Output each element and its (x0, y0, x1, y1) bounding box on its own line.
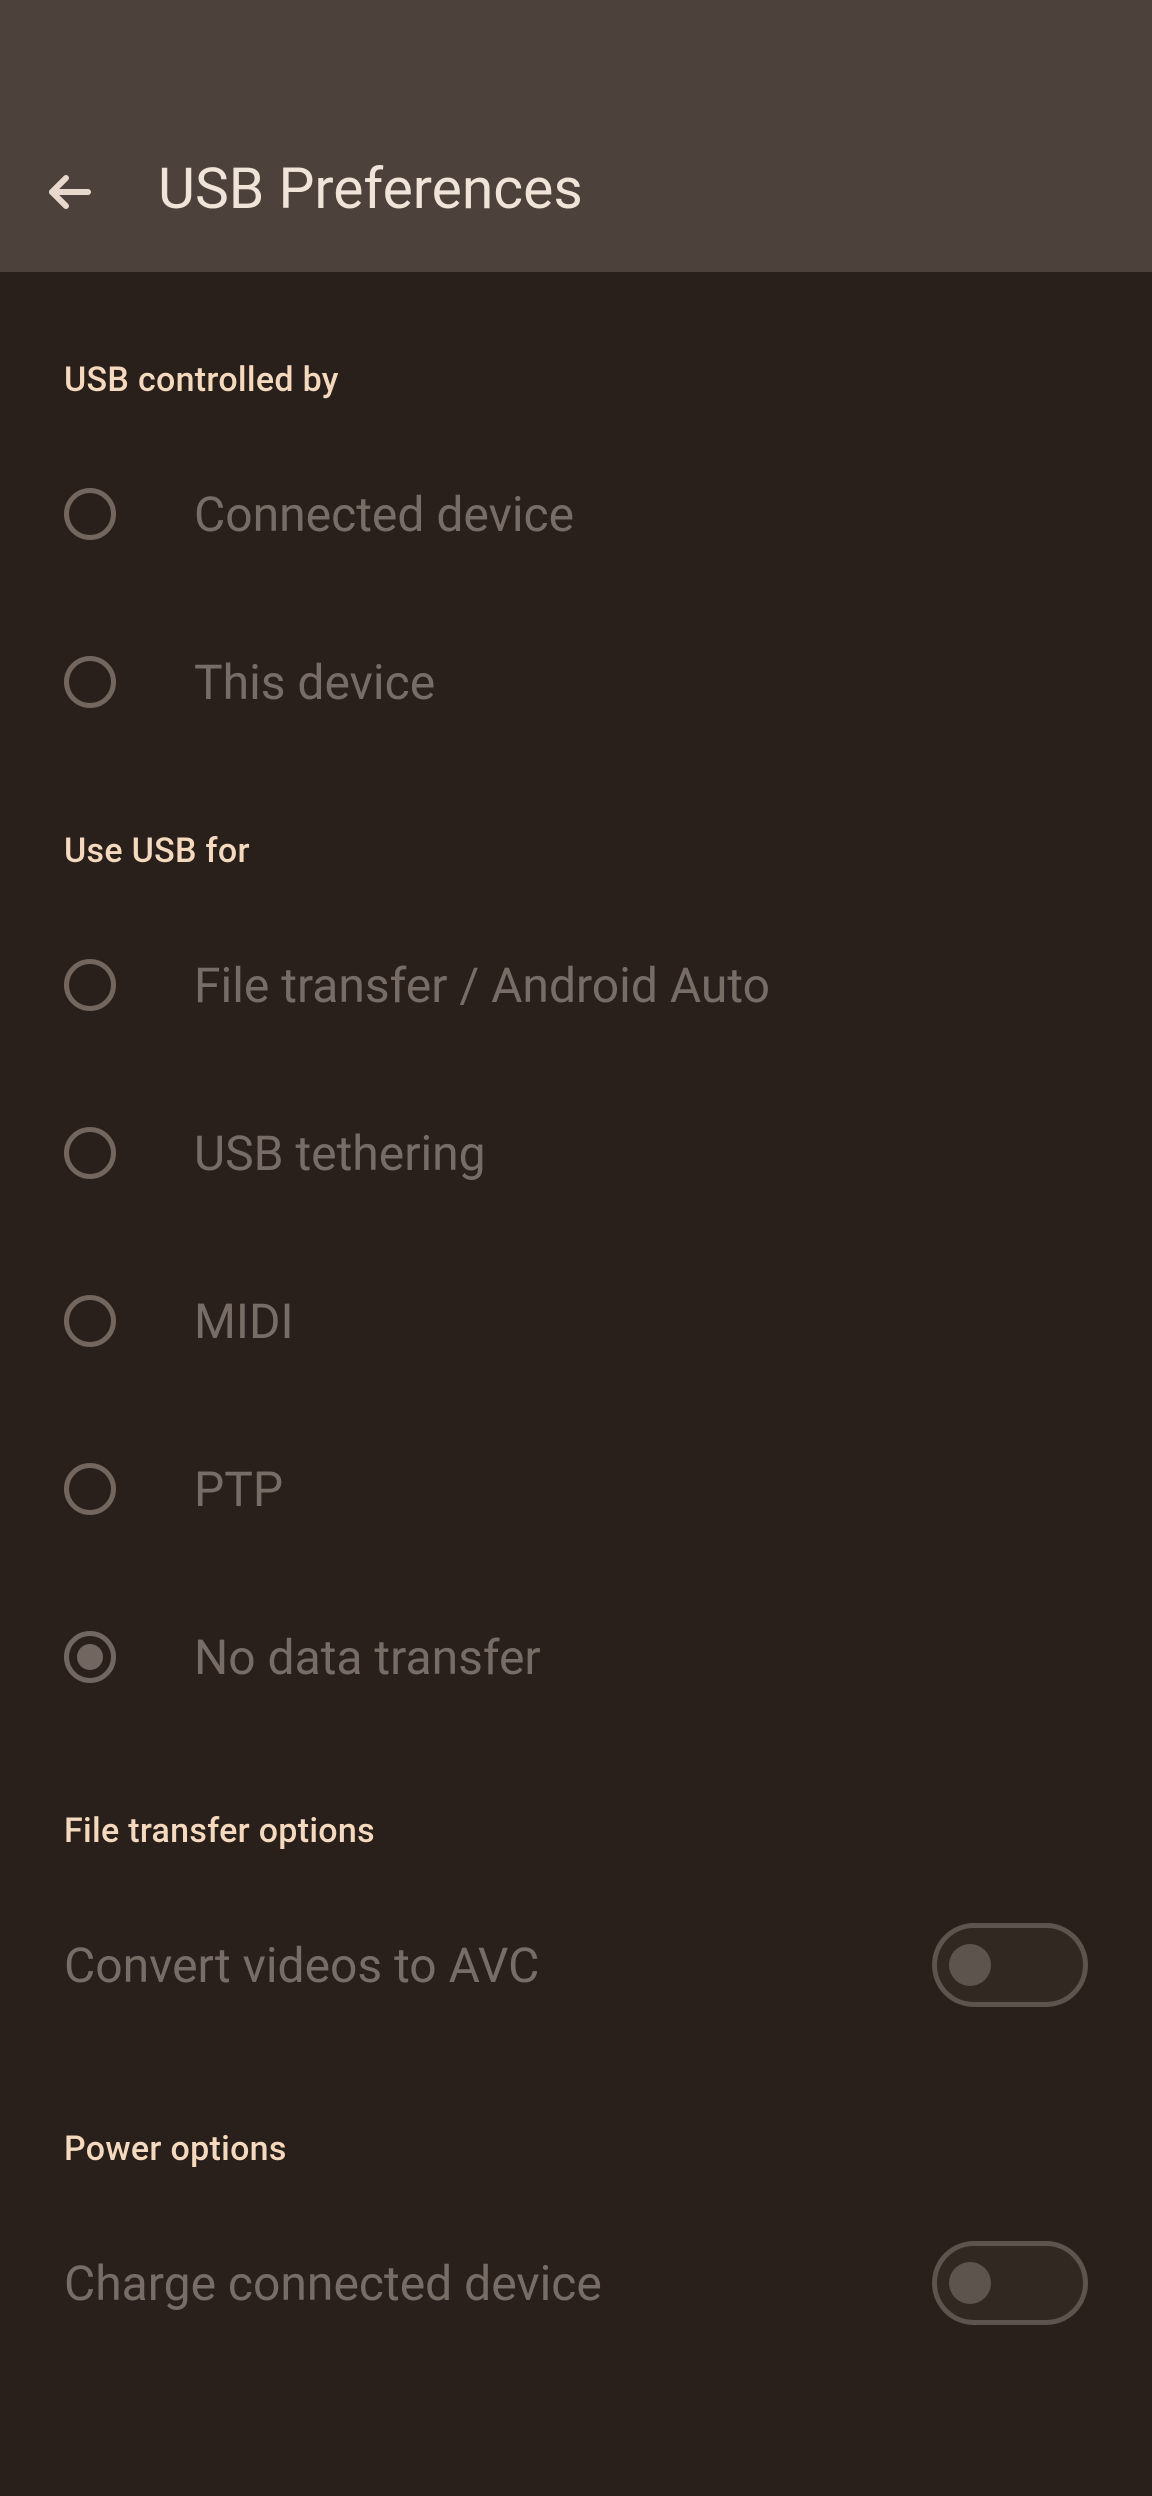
radio-label: USB tethering (194, 1125, 486, 1182)
radio-label: File transfer / Android Auto (194, 957, 770, 1014)
switch-label: Charge connected device (64, 2255, 602, 2312)
radio-connected-device[interactable]: Connected device (64, 470, 1088, 558)
radio-label: PTP (194, 1461, 283, 1518)
radio-circle-icon (64, 1295, 116, 1347)
radio-midi[interactable]: MIDI (64, 1277, 1088, 1365)
radio-circle-icon (64, 1463, 116, 1515)
radio-circle-selected-icon (64, 1631, 116, 1683)
radio-circle-icon (64, 959, 116, 1011)
radio-circle-icon (64, 1127, 116, 1179)
switch-convert-avc[interactable]: Convert videos to AVC (64, 1921, 1088, 2009)
radio-circle-icon (64, 656, 116, 708)
switch-charge-device[interactable]: Charge connected device (64, 2239, 1088, 2327)
radio-label: This device (194, 654, 435, 711)
section-header-power: Power options (64, 2129, 1088, 2169)
switch-toggle[interactable] (932, 2241, 1088, 2325)
page-title: USB Preferences (158, 155, 583, 222)
section-header-controlled-by: USB controlled by (64, 360, 1088, 400)
switch-knob-icon (949, 2262, 991, 2304)
section-header-file-transfer: File transfer options (64, 1811, 1088, 1851)
radio-no-data-transfer[interactable]: No data transfer (64, 1613, 1088, 1701)
radio-label: No data transfer (194, 1629, 541, 1686)
switch-knob-icon (949, 1944, 991, 1986)
back-button[interactable] (42, 164, 98, 220)
section-header-use-for: Use USB for (64, 831, 1088, 871)
content-area: USB controlled by Connected device This … (0, 272, 1152, 2327)
radio-usb-tethering[interactable]: USB tethering (64, 1109, 1088, 1197)
radio-ptp[interactable]: PTP (64, 1445, 1088, 1533)
radio-this-device[interactable]: This device (64, 638, 1088, 726)
switch-toggle[interactable] (932, 1923, 1088, 2007)
app-header: USB Preferences (0, 0, 1152, 272)
arrow-back-icon (46, 168, 94, 216)
switch-label: Convert videos to AVC (64, 1937, 539, 1994)
radio-file-transfer[interactable]: File transfer / Android Auto (64, 941, 1088, 1029)
radio-circle-icon (64, 488, 116, 540)
radio-label: MIDI (194, 1293, 294, 1350)
radio-label: Connected device (194, 486, 574, 543)
